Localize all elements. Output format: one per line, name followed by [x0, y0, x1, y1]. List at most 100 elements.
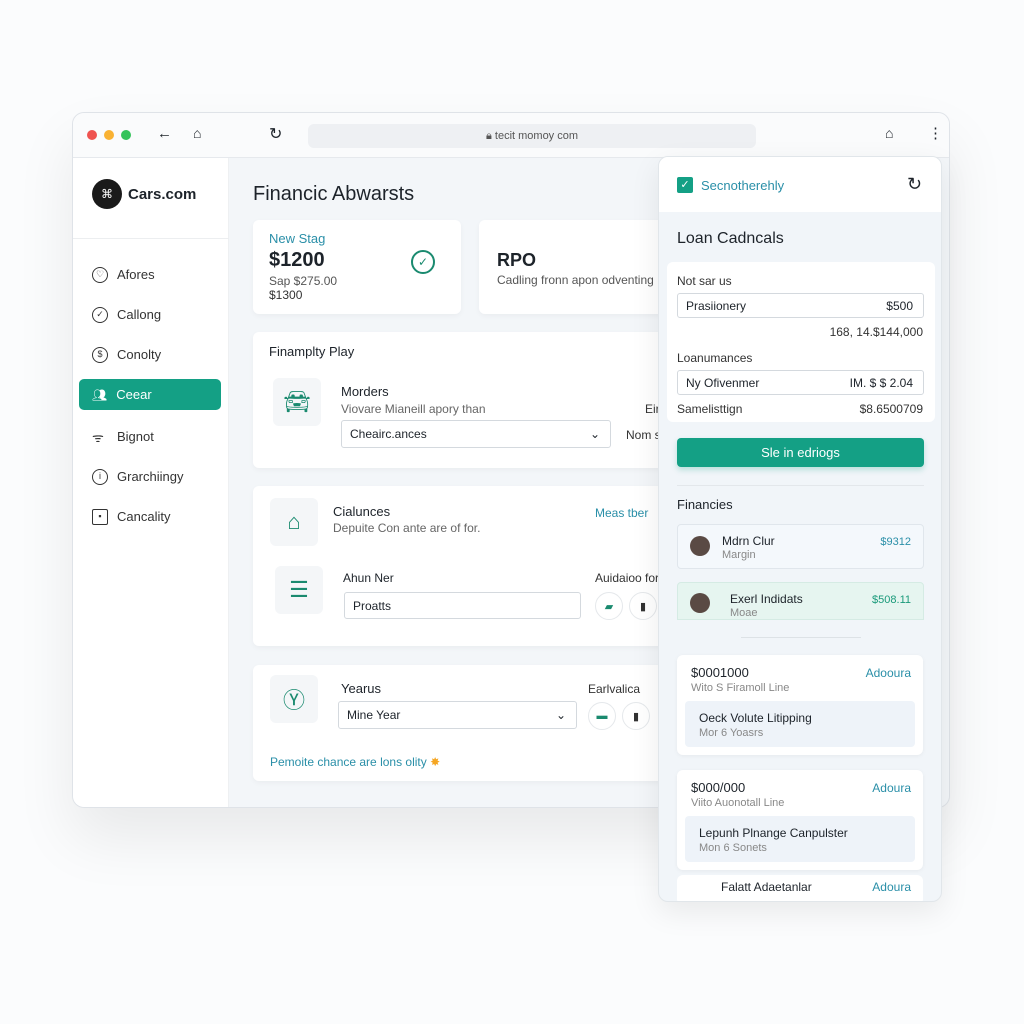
stat-card-new: New Stag $1200 Sap $275.00 $1300 ✓	[253, 220, 461, 314]
nav-label: Conolty	[117, 347, 162, 362]
heart-icon: ♡	[92, 266, 108, 283]
back-icon[interactable]: ←	[157, 125, 172, 142]
financies-title: Financies	[677, 497, 733, 512]
sidebar-item-ceear[interactable]: 👥︎ Ceear	[79, 379, 221, 410]
refresh-icon[interactable]: ↻	[907, 174, 922, 195]
person-amount: $508.11	[872, 594, 911, 606]
more-icon[interactable]: ⋮	[928, 124, 943, 142]
driver-input[interactable]: Ny Ofivenmer IM. $ $ 2.04	[677, 370, 924, 395]
input-value: $500	[886, 298, 913, 313]
sidebar-item-callong[interactable]: ✓ Callong	[79, 299, 221, 330]
item-desc: Viovare Mianeill apory than	[341, 402, 486, 416]
dollar-circle-icon: $	[92, 346, 108, 363]
plan-select[interactable]: Cheairc.ances ⌄	[341, 420, 611, 448]
section-plan: Finamplty Play 🚘︎ Morders Viovare Mianei…	[253, 332, 673, 468]
year-select[interactable]: Mine Year ⌄	[338, 701, 577, 729]
offer-sub: Wito S Firamoll Line	[691, 682, 790, 694]
panel-title: Loan Cadncals	[677, 230, 784, 247]
loan-form: Not sar us Prasiionery $500 168, 14.$144,…	[667, 262, 935, 422]
sun-icon: ✸	[430, 755, 441, 769]
sidebar-item-cancality[interactable]: ▪ Cancality	[79, 501, 221, 532]
input-label: Ny Ofivenmer	[686, 375, 760, 390]
address-bar[interactable]: 🔒︎ tecit momoy com	[308, 124, 756, 148]
offer-inner: Oeck Volute Litipping Mor 6 Yoasrs	[685, 701, 915, 747]
person-row[interactable]: Mdrn Clur Margin $9312	[677, 524, 924, 569]
chevron-down-icon: ⌄	[555, 708, 566, 722]
list-icon: ☰	[275, 566, 323, 614]
divider	[677, 485, 924, 486]
section-title: Finamplty Play	[269, 344, 355, 359]
close-dot[interactable]	[87, 130, 97, 140]
stat-sub2: $1300	[269, 288, 303, 302]
input-value: IM. $ $ 2.04	[849, 375, 913, 390]
card-icon-button[interactable]: ▬	[588, 702, 616, 730]
home-icon[interactable]: ⌂	[193, 125, 201, 141]
nav-label: Callong	[117, 307, 162, 322]
stat-desc: Cadling fronn apon odventing	[497, 273, 654, 287]
chevron-down-icon: ⌄	[589, 427, 600, 441]
brand-name: Cars.com	[128, 185, 197, 203]
clock-icon: ✓	[411, 250, 435, 274]
section-balances: ⌂ Cialunces Depuite Con ante are of for.…	[253, 486, 673, 646]
offer-card[interactable]: $0001000 Wito S Firamoll Line Adooura Oe…	[677, 655, 923, 755]
home-icon-right[interactable]: ⌂	[885, 125, 893, 141]
select-value: Mine Year	[347, 708, 401, 722]
loan-panel: ✓ Secnotherehly ↻ Loan Cadncals Not sar …	[658, 156, 942, 902]
person-name: Exerl Indidats	[730, 592, 803, 606]
minimize-dot[interactable]	[104, 130, 114, 140]
panel-header: ✓ Secnotherehly ↻	[659, 157, 941, 212]
side-label-2: Nom s	[626, 428, 661, 442]
car-icon: 🚘︎	[273, 378, 321, 426]
lock-icon: 🔒︎	[485, 130, 495, 142]
divider	[741, 637, 861, 638]
input-value: Proatts	[353, 598, 392, 613]
offer-link[interactable]: Adooura	[866, 666, 911, 680]
house-check-icon: ⌂	[270, 498, 318, 546]
principal-input[interactable]: Prasiionery $500	[677, 293, 924, 318]
offer-sub: Viito Auonotall Line	[691, 797, 785, 809]
brand-logo[interactable]: ⌘ Cars.com	[92, 179, 196, 209]
section-link[interactable]: Meas tber	[595, 506, 648, 520]
row-label: Samelisttign	[677, 402, 743, 416]
sidebar-item-grarchiingy[interactable]: i Grarchiingy	[79, 461, 221, 492]
sidebar-item-conolty[interactable]: $ Conolty	[79, 339, 221, 370]
input-label: Prasiionery	[686, 298, 747, 313]
offer-link[interactable]: Adoura	[872, 880, 911, 894]
section-desc: Depuite Con ante are of for.	[333, 521, 481, 535]
person-amount: $9312	[880, 536, 911, 548]
checkbox[interactable]: ✓	[677, 177, 693, 193]
lock-icon-button[interactable]: ▮	[629, 592, 657, 620]
avatar	[690, 593, 710, 613]
stat-card-rpo: RPO Cadling fronn apon odventing	[479, 220, 679, 314]
section-title: Yearus	[341, 681, 381, 696]
title-bar: ← ⌂ ↻ 🔒︎ tecit momoy com ⌂ ⋮	[73, 113, 949, 158]
offer-card[interactable]: Falatt Adaetanlar Adoura	[677, 875, 923, 901]
select-value: Cheairc.ances	[350, 427, 427, 441]
group-label: Not sar us	[677, 274, 732, 288]
sidebar-item-afores[interactable]: ♡ Afores	[79, 259, 221, 290]
stat-value: $1200	[269, 249, 325, 271]
stat-title: RPO	[497, 250, 537, 270]
person-sub: Margin	[722, 549, 756, 561]
nav-label: Ceear	[116, 387, 152, 402]
submit-button[interactable]: Sle in edriogs	[677, 438, 924, 467]
person-row[interactable]: Exerl Indidats Moae $508.11	[677, 582, 924, 620]
truck-icon-button[interactable]: ▰	[595, 592, 623, 620]
sprout-icon: Ⓨ	[270, 675, 318, 723]
offer-inner-title: Lepunh Plnange Canpulster	[699, 826, 848, 840]
check-circle-icon: ✓	[92, 306, 108, 323]
offer-link[interactable]: Adoura	[872, 781, 911, 795]
sidebar-item-bignot[interactable]: ᯤ Bignot	[79, 421, 221, 452]
name-input[interactable]: Proatts	[344, 592, 581, 619]
section-years: Ⓨ Yearus Mine Year ⌄ Earlvalica ▬ ▮ Pemoi…	[253, 665, 673, 781]
trash-icon-button[interactable]: ▮	[622, 702, 650, 730]
offer-inner-sub: Mon 6 Sonets	[699, 842, 767, 854]
maximize-dot[interactable]	[121, 130, 131, 140]
footer-link[interactable]: Pemoite chance are lons olity ✸	[270, 755, 440, 769]
reload-icon[interactable]: ↻	[269, 124, 282, 144]
people-icon: 👥︎	[92, 387, 108, 402]
row-value: $8.6500709	[859, 402, 923, 416]
offer-card[interactable]: $000/000 Viito Auonotall Line Adoura Lep…	[677, 770, 923, 870]
total-value: 168, 14.$144,000	[829, 325, 923, 339]
offer-amount: $000/000	[691, 780, 746, 795]
